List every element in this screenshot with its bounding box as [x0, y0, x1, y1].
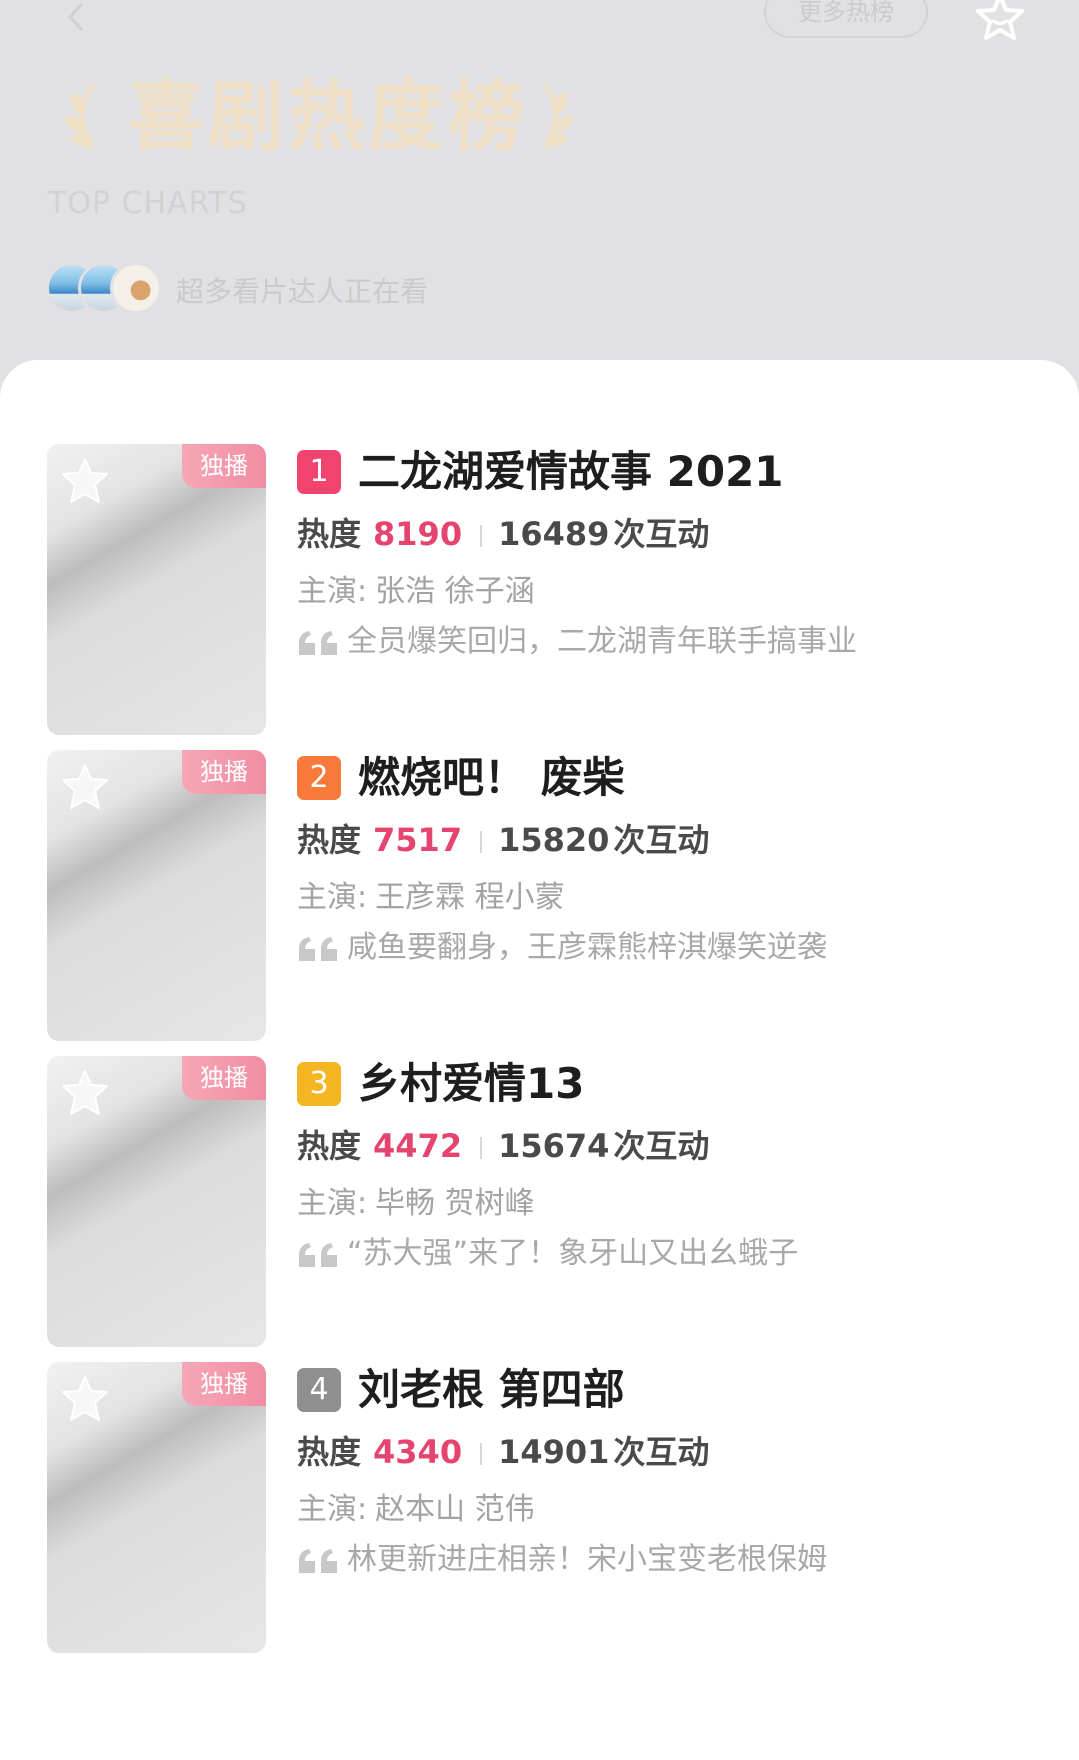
heat-value: 8190	[373, 515, 463, 553]
quote-icon	[299, 1548, 337, 1573]
poster-image[interactable]: 独播	[47, 1362, 266, 1653]
cast-names: 王彦霖 程小蒙	[375, 880, 565, 915]
list-item[interactable]: 独播 1 二龙湖爱情故事 2021 热度 8190 16489 次互动 主演: 张浩 徐…	[0, 444, 1079, 744]
interaction-unit: 次互动	[613, 1433, 710, 1471]
cast-names: 毕畅 贺树峰	[375, 1186, 535, 1221]
cast-label: 主演:	[297, 1492, 368, 1527]
star-favorite-icon[interactable]	[972, 0, 1028, 42]
poster-image[interactable]: 独播	[47, 1056, 266, 1347]
divider	[480, 1443, 483, 1465]
rank-badge: 3	[297, 1062, 341, 1106]
item-title[interactable]: 二龙湖爱情故事 2021	[358, 444, 784, 500]
laurel-right-icon	[542, 82, 573, 151]
quote-icon	[299, 936, 337, 961]
heat-label: 热度	[297, 515, 362, 553]
exclusive-badge: 独播	[182, 750, 266, 794]
heat-label: 热度	[297, 1433, 362, 1471]
poster-image[interactable]: 独播	[47, 750, 266, 1041]
item-title[interactable]: 刘老根 第四部	[358, 1362, 625, 1418]
list-item[interactable]: 独播 3 乡村爱情13 热度 4472 15674 次互动 主演: 毕畅 贺树峰 “苏大…	[0, 1056, 1079, 1356]
stats-line: 热度 7517 15820 次互动	[297, 820, 709, 860]
item-title[interactable]: 乡村爱情13	[358, 1056, 584, 1112]
quote-text: “苏大强”来了！象牙山又出幺蛾子	[347, 1236, 799, 1271]
cast-label: 主演:	[297, 880, 368, 915]
heat-label: 热度	[297, 821, 362, 859]
quote-line: “苏大强”来了！象牙山又出幺蛾子	[297, 1228, 798, 1272]
rank-badge: 2	[297, 756, 341, 800]
interaction-unit: 次互动	[613, 515, 710, 553]
interaction-count: 14901	[498, 1433, 610, 1471]
divider	[480, 1137, 483, 1159]
quote-icon	[299, 1242, 337, 1267]
interaction-unit: 次互动	[613, 821, 710, 859]
star-placeholder-icon	[62, 458, 108, 503]
avatar	[110, 262, 162, 314]
item-title[interactable]: 燃烧吧！ 废柴	[358, 750, 625, 806]
divider	[480, 525, 483, 547]
cast-names: 赵本山 范伟	[375, 1492, 535, 1527]
header: 更多热榜 喜剧热度榜 TOP CHARTS 超多看片达人正在看	[0, 0, 1079, 380]
cast-label: 主演:	[297, 1186, 368, 1221]
interaction-count: 15674	[498, 1127, 610, 1165]
quote-icon	[299, 630, 337, 655]
cast-line: 主演: 王彦霖 程小蒙	[297, 872, 565, 916]
stats-line: 热度 8190 16489 次互动	[297, 514, 709, 554]
laurel-left-icon	[65, 82, 96, 151]
page-subtitle: TOP CHARTS	[48, 186, 248, 221]
stats-line: 热度 4340 14901 次互动	[297, 1432, 709, 1472]
heat-label: 热度	[297, 1127, 362, 1165]
page-title: 喜剧热度榜	[128, 72, 528, 161]
quote-line: 咸鱼要翻身，王彦霖熊梓淇爆笑逆袭	[297, 922, 827, 966]
divider	[480, 831, 483, 853]
back-arrow-icon[interactable]	[62, 2, 92, 32]
rank-badge: 4	[297, 1368, 341, 1412]
list-item[interactable]: 独播 4 刘老根 第四部 热度 4340 14901 次互动 主演: 赵本山 范伟 林更…	[0, 1362, 1079, 1662]
quote-line: 全员爆笑回归，二龙湖青年联手搞事业	[297, 616, 857, 660]
exclusive-badge: 独播	[182, 1056, 266, 1100]
list-item[interactable]: 独播 2 燃烧吧！ 废柴 热度 7517 15820 次互动 主演: 王彦霖 程小蒙 咸…	[0, 750, 1079, 1050]
quote-text: 咸鱼要翻身，王彦霖熊梓淇爆笑逆袭	[347, 930, 827, 965]
interaction-count: 16489	[498, 515, 610, 553]
star-placeholder-icon	[62, 1376, 108, 1421]
more-charts-button[interactable]: 更多热榜	[764, 0, 928, 38]
heat-value: 7517	[373, 821, 463, 859]
star-placeholder-icon	[62, 764, 108, 809]
ranking-list: 独播 1 二龙湖爱情故事 2021 热度 8190 16489 次互动 主演: 张浩 徐…	[0, 360, 1079, 1760]
quote-line: 林更新进庄相亲！宋小宝变老根保姆	[297, 1534, 827, 1578]
cast-label: 主演:	[297, 574, 368, 609]
interaction-unit: 次互动	[613, 1127, 710, 1165]
rank-badge: 1	[297, 450, 341, 494]
exclusive-badge: 独播	[182, 1362, 266, 1406]
heat-value: 4340	[373, 1433, 463, 1471]
heat-value: 4472	[373, 1127, 463, 1165]
exclusive-badge: 独播	[182, 444, 266, 488]
stats-line: 热度 4472 15674 次互动	[297, 1126, 709, 1166]
cast-line: 主演: 毕畅 贺树峰	[297, 1178, 535, 1222]
quote-text: 全员爆笑回归，二龙湖青年联手搞事业	[347, 624, 857, 659]
cast-names: 张浩 徐子涵	[375, 574, 535, 609]
watching-text: 超多看片达人正在看	[176, 275, 429, 308]
poster-image[interactable]: 独播	[47, 444, 266, 735]
viewer-avatars	[46, 262, 166, 314]
interaction-count: 15820	[498, 821, 610, 859]
quote-text: 林更新进庄相亲！宋小宝变老根保姆	[347, 1542, 827, 1577]
star-placeholder-icon	[62, 1070, 108, 1115]
cast-line: 主演: 赵本山 范伟	[297, 1484, 535, 1528]
cast-line: 主演: 张浩 徐子涵	[297, 566, 535, 610]
